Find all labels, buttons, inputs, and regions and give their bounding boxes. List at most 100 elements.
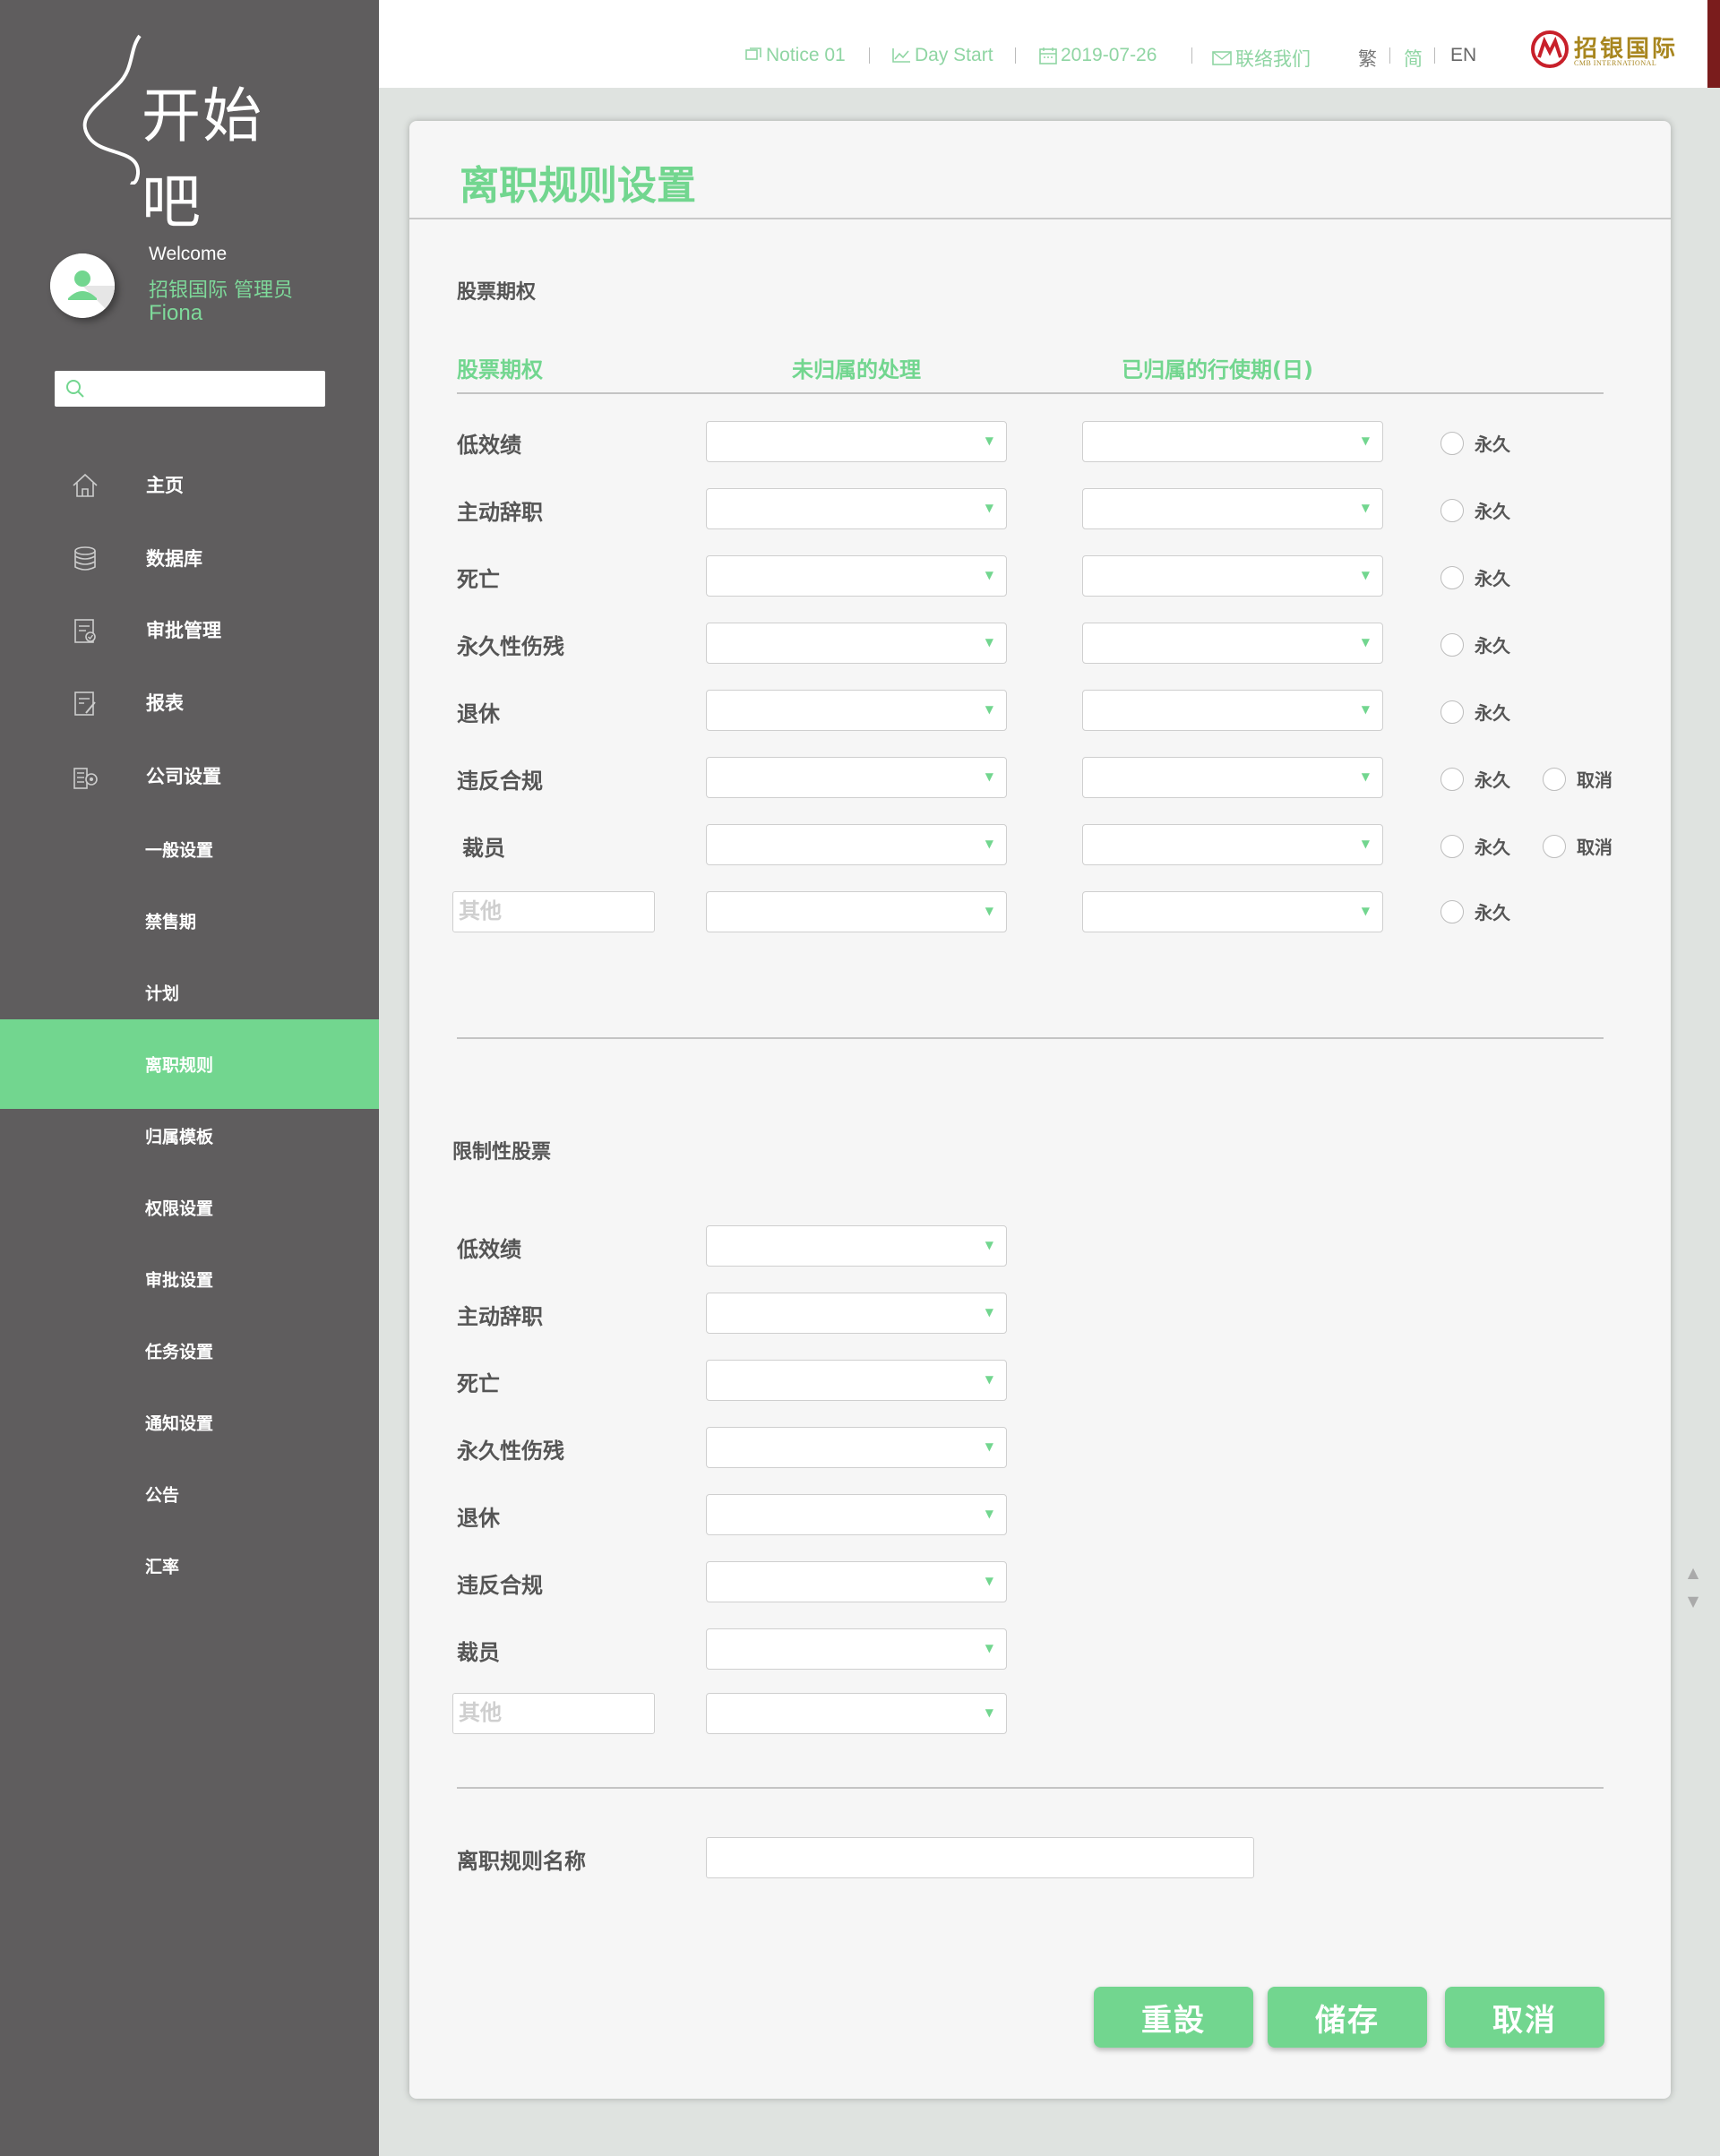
unvested-select[interactable]: ▼ xyxy=(706,891,1007,932)
cancel-button[interactable]: 取消 xyxy=(1445,1987,1604,2048)
caret-down-icon: ▼ xyxy=(985,636,993,649)
radio-circle[interactable] xyxy=(1440,565,1464,589)
unvested-select[interactable]: ▼ xyxy=(706,421,1007,462)
caret-down-icon: ▼ xyxy=(1361,434,1370,447)
lang-simplified[interactable]: 简 xyxy=(1404,45,1423,72)
caret-down-icon: ▼ xyxy=(985,1306,993,1319)
page-scroll-arrows[interactable]: ▲ ▼ xyxy=(1684,1559,1702,1616)
section-divider xyxy=(457,1787,1604,1789)
radio-circle[interactable] xyxy=(1440,767,1464,791)
caret-down-icon: ▼ xyxy=(985,434,993,447)
restricted-other-input[interactable] xyxy=(452,1693,655,1734)
radio-circle[interactable] xyxy=(1440,632,1464,657)
restricted-row-label: 死亡 xyxy=(457,1371,500,1396)
caret-down-icon: ▼ xyxy=(985,1440,993,1453)
restricted-select[interactable]: ▼ xyxy=(706,1293,1007,1334)
permanent-radio[interactable]: 永久 xyxy=(1440,564,1510,590)
date-display[interactable]: 2019-07-26 xyxy=(1039,45,1157,66)
subnav-label: 权限设置 xyxy=(145,1198,214,1219)
sidebar: 开始吧 Welcome 招银国际 管理员 Fiona 主页 数据库 审批管理 报… xyxy=(0,0,379,2156)
search-icon xyxy=(66,380,84,398)
nav-item-approval[interactable]: 审批管理 xyxy=(0,603,379,657)
restricted-select[interactable]: ▼ xyxy=(706,1494,1007,1535)
permanent-radio[interactable]: 永久 xyxy=(1440,898,1510,924)
radio-circle[interactable] xyxy=(1543,767,1566,791)
radio-circle[interactable] xyxy=(1440,899,1464,923)
search-input[interactable] xyxy=(94,374,318,403)
unvested-select[interactable]: ▼ xyxy=(706,623,1007,664)
unvested-select[interactable]: ▼ xyxy=(706,488,1007,529)
caret-down-icon: ▼ xyxy=(1361,703,1370,716)
scroll-down-icon[interactable]: ▼ xyxy=(1684,1587,1702,1616)
avatar[interactable] xyxy=(50,253,115,318)
save-button[interactable]: 储存 xyxy=(1268,1987,1427,2048)
caret-down-icon: ▼ xyxy=(985,1575,993,1587)
exercise-period-select[interactable]: ▼ xyxy=(1082,891,1383,932)
radio-circle[interactable] xyxy=(1440,834,1464,858)
cancel-radio[interactable]: 取消 xyxy=(1543,833,1612,859)
day-start-link[interactable]: Day Start xyxy=(891,45,993,66)
rule-name-input[interactable] xyxy=(706,1837,1254,1878)
brand-edge xyxy=(1707,0,1720,88)
permanent-radio[interactable]: 永久 xyxy=(1440,497,1510,523)
exercise-period-select[interactable]: ▼ xyxy=(1082,623,1383,664)
subnav-label: 归属模板 xyxy=(145,1127,214,1147)
restricted-select[interactable]: ▼ xyxy=(706,1225,1007,1267)
permanent-radio[interactable]: 永久 xyxy=(1440,699,1510,725)
lang-english[interactable]: EN xyxy=(1450,45,1476,66)
caret-down-icon: ▼ xyxy=(985,1373,993,1386)
exercise-period-select[interactable]: ▼ xyxy=(1082,824,1383,865)
option-other-input[interactable] xyxy=(452,891,655,932)
permanent-radio[interactable]: 永久 xyxy=(1440,766,1510,792)
reset-button[interactable]: 重設 xyxy=(1094,1987,1253,2048)
unvested-select[interactable]: ▼ xyxy=(706,555,1007,597)
notice-link[interactable]: Notice 01 xyxy=(744,45,846,66)
nav-item-report[interactable]: 报表 xyxy=(0,675,379,729)
scroll-up-icon[interactable]: ▲ xyxy=(1684,1559,1702,1587)
subnav-exchange-rate[interactable]: 汇率 xyxy=(0,1521,379,1611)
exercise-period-select[interactable]: ▼ xyxy=(1082,690,1383,731)
caret-down-icon: ▼ xyxy=(985,502,993,514)
option-row-label: 退休 xyxy=(457,701,500,726)
logo-text: 开始吧 xyxy=(142,82,263,236)
nav-label: 主页 xyxy=(146,475,184,496)
permanent-radio[interactable]: 永久 xyxy=(1440,430,1510,456)
sidebar-search[interactable] xyxy=(55,371,325,407)
restricted-select[interactable]: ▼ xyxy=(706,1360,1007,1401)
exercise-period-select[interactable]: ▼ xyxy=(1082,555,1383,597)
exercise-period-select[interactable]: ▼ xyxy=(1082,421,1383,462)
lang-traditional[interactable]: 繁 xyxy=(1358,45,1377,72)
nav-item-home[interactable]: 主页 xyxy=(0,458,379,511)
permanent-radio[interactable]: 永久 xyxy=(1440,631,1510,657)
contact-link[interactable]: 联络我们 xyxy=(1212,45,1311,72)
caret-down-icon: ▼ xyxy=(1361,905,1370,917)
radio-circle[interactable] xyxy=(1440,700,1464,724)
radio-label: 永久 xyxy=(1475,635,1510,657)
nav-item-database[interactable]: 数据库 xyxy=(0,531,379,585)
permanent-radio[interactable]: 永久 xyxy=(1440,833,1510,859)
radio-label: 永久 xyxy=(1475,501,1510,522)
mail-icon xyxy=(1212,51,1232,65)
radio-circle[interactable] xyxy=(1440,431,1464,455)
logo: 开始吧 xyxy=(75,32,308,236)
radio-circle[interactable] xyxy=(1440,498,1464,522)
unvested-select[interactable]: ▼ xyxy=(706,690,1007,731)
restricted-select[interactable]: ▼ xyxy=(706,1693,1007,1734)
exercise-period-select[interactable]: ▼ xyxy=(1082,757,1383,798)
restricted-section-title: 限制性股票 xyxy=(452,1141,552,1164)
restricted-select[interactable]: ▼ xyxy=(706,1427,1007,1468)
caret-down-icon: ▼ xyxy=(985,703,993,716)
restricted-select[interactable]: ▼ xyxy=(706,1561,1007,1602)
exercise-period-select[interactable]: ▼ xyxy=(1082,488,1383,529)
nav-item-company-settings[interactable]: 公司设置 xyxy=(0,749,379,803)
welcome-text: Welcome xyxy=(149,244,228,264)
unvested-select[interactable]: ▼ xyxy=(706,757,1007,798)
unvested-select[interactable]: ▼ xyxy=(706,824,1007,865)
options-section-title: 股票期权 xyxy=(457,281,537,304)
nav-label: 报表 xyxy=(146,692,184,714)
radio-label: 永久 xyxy=(1475,568,1510,589)
cancel-radio[interactable]: 取消 xyxy=(1543,766,1612,792)
header-divider xyxy=(457,392,1604,394)
restricted-select[interactable]: ▼ xyxy=(706,1628,1007,1670)
radio-circle[interactable] xyxy=(1543,834,1566,858)
